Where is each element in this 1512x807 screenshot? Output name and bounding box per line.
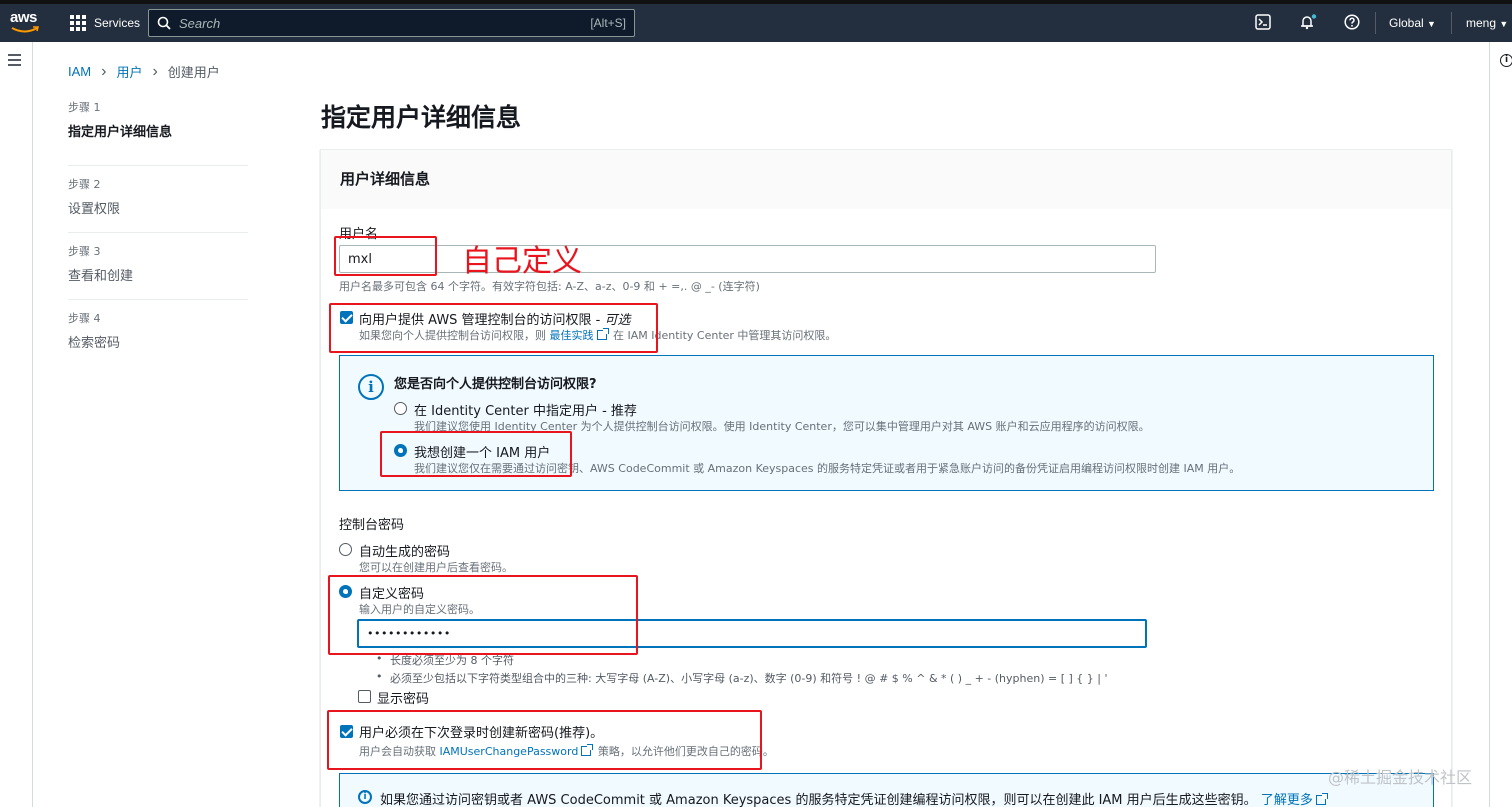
info-icon: i — [358, 374, 384, 400]
search-input[interactable]: Search [Alt+S] — [148, 9, 635, 37]
step-number: 步骤 2 — [68, 178, 101, 191]
page-title: 指定用户详细信息 — [321, 103, 522, 132]
notifications-bell-icon[interactable] — [1299, 14, 1317, 30]
annotation-box — [380, 431, 572, 477]
annotation-box — [329, 303, 658, 353]
console-password-label: 控制台密码 — [339, 518, 405, 533]
info-icon: i — [358, 790, 372, 804]
search-shortcut: [Alt+S] — [590, 16, 626, 30]
info-icon[interactable]: i — [1500, 54, 1512, 67]
step-number: 步骤 3 — [68, 245, 101, 258]
help-icon[interactable] — [1344, 14, 1360, 30]
chevron-right-icon: › — [152, 62, 158, 80]
step-1: 步骤 1 指定用户详细信息 — [68, 99, 248, 166]
username-hint: 用户名最多可包含 64 个字符。有效字符包括: A-Z、a-z、0-9 和 + … — [339, 280, 760, 293]
annotation-text: 自己定义 — [462, 244, 582, 279]
account-menu[interactable]: meng ▼ — [1466, 16, 1508, 30]
annotation-box — [327, 710, 762, 770]
identity-center-radio[interactable] — [394, 402, 407, 415]
aws-logo-text: aws — [10, 9, 37, 26]
breadcrumb: IAM › 用户 › 创建用户 — [68, 62, 220, 81]
bottom-info-text: 如果您通过访问密钥或者 AWS CodeCommit 或 Amazon Keys… — [380, 789, 1329, 807]
services-menu[interactable]: Services — [70, 13, 140, 33]
caret-down-icon: ▼ — [1499, 19, 1509, 29]
identity-center-label: 在 Identity Center 中指定用户 - 推荐 — [414, 404, 637, 419]
auto-password-radio[interactable] — [339, 543, 352, 556]
step-3: 步骤 3 查看和创建 — [68, 233, 248, 300]
step-4: 步骤 4 检索密码 — [68, 300, 248, 367]
auto-password-hint: 您可以在创建用户后查看密码。 — [359, 561, 513, 574]
grid-icon — [70, 15, 86, 31]
bottom-info-message: 如果您通过访问密钥或者 AWS CodeCommit 或 Amazon Keys… — [380, 793, 1257, 807]
divider — [1375, 12, 1376, 34]
info-title: 您是否向个人提供控制台访问权限? — [394, 377, 597, 392]
user-label: meng — [1466, 16, 1497, 30]
chevron-right-icon: › — [101, 62, 107, 80]
region-label: Global — [1389, 16, 1424, 30]
step-label: 检索密码 — [68, 336, 121, 351]
panel-header: 用户详细信息 — [321, 150, 1451, 209]
annotation-box — [328, 575, 638, 655]
search-placeholder: Search — [179, 15, 221, 31]
step-number: 步骤 1 — [68, 101, 101, 114]
aws-logo[interactable]: aws — [10, 9, 44, 37]
breadcrumb-users[interactable]: 用户 — [116, 62, 142, 81]
aws-smile-icon — [11, 26, 39, 33]
step-label: 指定用户详细信息 — [68, 125, 173, 140]
breadcrumb-iam[interactable]: IAM — [68, 64, 91, 79]
step-label: 设置权限 — [68, 202, 121, 217]
divider — [1451, 12, 1452, 34]
show-password-label: 显示密码 — [377, 692, 430, 707]
watermark: @稀土掘金技术社区 — [1328, 768, 1473, 787]
region-selector[interactable]: Global ▼ — [1389, 16, 1436, 30]
external-link-icon — [1315, 793, 1328, 805]
breadcrumb-current: 创建用户 — [167, 65, 220, 80]
step-number: 步骤 4 — [68, 312, 101, 325]
step-label: 查看和创建 — [68, 269, 134, 284]
menu-icon[interactable] — [8, 54, 21, 69]
caret-down-icon: ▼ — [1427, 19, 1436, 29]
side-navigation-rail — [0, 42, 33, 807]
show-password-checkbox[interactable] — [358, 690, 371, 703]
cloudshell-icon[interactable] — [1255, 14, 1271, 30]
wizard-steps: 步骤 1 指定用户详细信息 步骤 2 设置权限 步骤 3 查看和创建 步骤 4 … — [68, 97, 248, 367]
auto-password-label: 自动生成的密码 — [359, 545, 451, 560]
services-label: Services — [94, 16, 141, 30]
annotation-box — [334, 236, 437, 276]
search-icon — [157, 16, 171, 30]
step-2: 步骤 2 设置权限 — [68, 166, 248, 233]
password-rule: 必须至少包括以下字符类型组合中的三种: 大写字母 (A-Z)、小写字母 (a-z… — [376, 670, 1108, 686]
help-panel-rail: i — [1489, 42, 1512, 807]
learn-more-link[interactable]: 了解更多 — [1261, 793, 1313, 807]
top-navigation-bar: aws Services Search [Alt+S] Global ▼ men… — [0, 0, 1512, 42]
